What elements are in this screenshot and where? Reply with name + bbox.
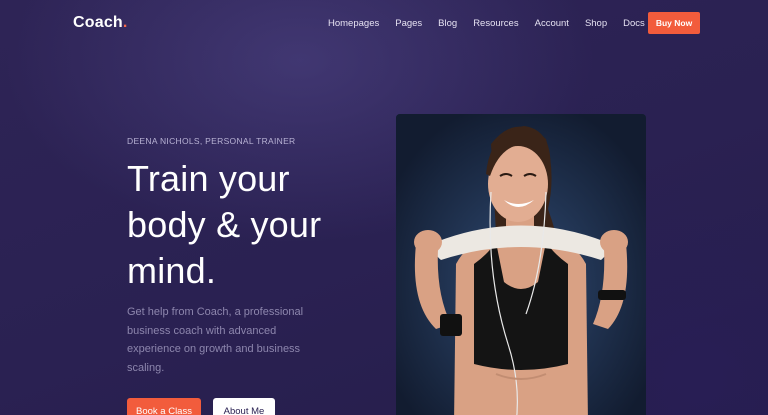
hero-photo (396, 114, 646, 415)
hero-lead-text: Get help from Coach, a professional busi… (127, 306, 304, 374)
nav-account[interactable]: Account (535, 18, 569, 29)
logo-text: Coach (73, 14, 123, 31)
nav-blog[interactable]: Blog (438, 18, 457, 29)
buy-now-button[interactable]: Buy Now (648, 12, 700, 34)
top-navigation: Coach. Homepages Pages Blog Resources Ac… (0, 0, 768, 46)
site-logo[interactable]: Coach. (73, 14, 128, 32)
book-class-button[interactable]: Book a Class (127, 398, 201, 415)
page-background (0, 0, 768, 415)
nav-pages[interactable]: Pages (395, 18, 422, 29)
logo-dot: . (122, 14, 128, 31)
main-menu: Homepages Pages Blog Resources Account S… (328, 18, 661, 29)
nav-resources[interactable]: Resources (473, 18, 518, 29)
about-me-button[interactable]: About Me (213, 398, 275, 415)
nav-shop[interactable]: Shop (585, 18, 607, 29)
hero-headline: Train your body & your mind. (127, 158, 322, 291)
trainer-illustration (396, 114, 646, 415)
nav-docs[interactable]: Docs (623, 18, 645, 29)
nav-homepages[interactable]: Homepages (328, 18, 379, 29)
hero-eyebrow: DEENA NICHOLS, PERSONAL TRAINER (127, 136, 296, 146)
